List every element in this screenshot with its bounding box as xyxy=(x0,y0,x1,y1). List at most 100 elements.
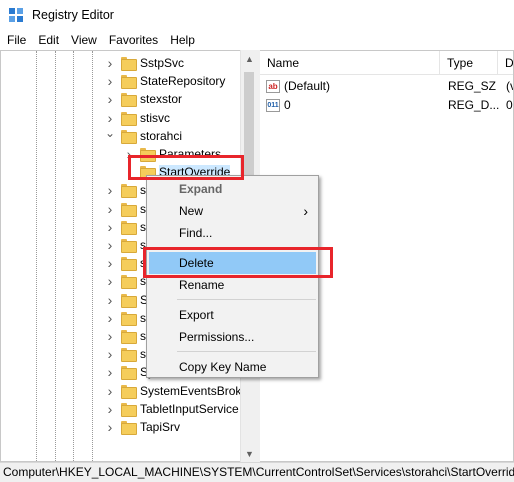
menu-item-label: Find... xyxy=(179,226,213,240)
chevron-right-icon[interactable]: › xyxy=(105,55,115,71)
tree-node-label: Parameters xyxy=(159,147,222,161)
menu-item-export[interactable]: Export xyxy=(149,304,316,326)
column-name[interactable]: Name xyxy=(260,51,440,75)
tree-guide-line xyxy=(36,51,37,461)
tree-node[interactable]: › s xyxy=(105,181,146,199)
tree-node-label: stexstor xyxy=(140,92,183,107)
tree-node[interactable]: › s xyxy=(105,327,146,345)
tree-node[interactable]: › s xyxy=(105,345,146,363)
tree-node[interactable]: › s xyxy=(105,218,146,236)
tree-node[interactable]: › S xyxy=(105,291,148,309)
value-type: REG_D... xyxy=(448,98,500,112)
tree-node[interactable]: › s xyxy=(105,309,146,327)
scroll-up-arrow-icon[interactable]: ▲ xyxy=(241,50,258,67)
menu-item-permissions[interactable]: Permissions... xyxy=(149,326,316,348)
tree-node[interactable]: › s xyxy=(105,254,146,272)
context-menu: Expand New › Find... Delete Rename Export Permi… xyxy=(146,175,319,378)
tree-node-label: stisvc xyxy=(140,110,170,125)
folder-icon xyxy=(140,148,156,162)
folder-icon xyxy=(121,75,137,90)
tree-node[interactable]: › Parameters xyxy=(124,145,221,163)
tree-node[interactable]: › SystemEventsBrok xyxy=(105,382,241,400)
dword-value-icon: 011 xyxy=(266,98,280,112)
folder-icon xyxy=(121,402,137,417)
tree-node[interactable]: › SstpSvc xyxy=(105,54,184,72)
chevron-down-icon[interactable]: ⌄ xyxy=(105,126,115,140)
list-row[interactable]: ab (Default) REG_SZ (v xyxy=(260,77,513,95)
tree-node[interactable]: › TapiSrv xyxy=(105,418,180,436)
tree-node-label: StateRepository xyxy=(140,74,226,89)
chevron-right-icon[interactable]: › xyxy=(105,292,115,308)
folder-icon xyxy=(121,257,137,272)
chevron-right-icon[interactable]: › xyxy=(105,310,115,326)
value-type: REG_SZ xyxy=(448,79,497,93)
tree-node-label: storahci xyxy=(140,128,183,143)
chevron-right-icon[interactable]: › xyxy=(105,182,115,198)
menu-separator xyxy=(177,247,316,248)
tree-node[interactable]: › stexstor xyxy=(105,90,182,108)
folder-icon xyxy=(121,129,137,144)
chevron-right-icon[interactable]: › xyxy=(105,219,115,235)
chevron-right-icon[interactable]: › xyxy=(105,419,115,435)
menu-file[interactable]: File xyxy=(0,30,32,50)
tree-node-label: TapiSrv xyxy=(140,420,181,434)
menu-edit[interactable]: Edit xyxy=(32,30,65,50)
value-name: (Default) xyxy=(284,79,331,93)
list-header: Name Type D xyxy=(260,51,513,75)
tree-node[interactable]: › s xyxy=(105,236,146,254)
tree-node[interactable]: ⌄ storahci xyxy=(105,126,183,145)
chevron-right-icon[interactable]: › xyxy=(105,273,115,289)
value-name: 0 xyxy=(284,98,291,112)
column-data[interactable]: D xyxy=(498,51,513,75)
tree-node[interactable]: › s xyxy=(105,200,146,218)
menu-favorites[interactable]: Favorites xyxy=(103,30,164,50)
list-row[interactable]: 011 0 REG_D... 0 xyxy=(260,96,513,114)
chevron-right-icon: › xyxy=(303,203,308,219)
folder-icon xyxy=(121,57,137,71)
menu-item-label: Delete xyxy=(179,256,214,270)
chevron-right-icon[interactable]: › xyxy=(105,73,115,89)
menu-item-rename[interactable]: Rename xyxy=(149,274,316,296)
menu-view[interactable]: View xyxy=(65,30,103,50)
folder-icon xyxy=(121,348,137,363)
scroll-down-arrow-icon[interactable]: ▼ xyxy=(241,445,258,462)
tree-node[interactable]: › TabletInputService xyxy=(105,400,239,418)
folder-icon xyxy=(121,330,137,344)
chevron-right-icon[interactable]: › xyxy=(105,401,115,417)
chevron-right-icon[interactable]: › xyxy=(105,364,115,380)
menu-separator xyxy=(177,351,316,352)
column-type[interactable]: Type xyxy=(440,51,498,75)
tree-node[interactable]: › stisvc xyxy=(105,109,170,127)
value-data: (v xyxy=(506,79,513,93)
chevron-right-icon[interactable]: › xyxy=(105,201,115,217)
folder-icon xyxy=(121,220,137,235)
menu-help[interactable]: Help xyxy=(164,30,201,50)
folder-icon xyxy=(121,366,137,381)
string-value-icon: ab xyxy=(266,79,280,93)
title-bar: Registry Editor xyxy=(0,0,514,30)
folder-icon xyxy=(121,421,137,435)
tree-node[interactable]: › s xyxy=(105,272,146,290)
chevron-right-icon[interactable]: › xyxy=(105,255,115,271)
tree-node[interactable]: › StateRepository xyxy=(105,72,225,90)
tree-connector xyxy=(124,167,134,177)
menu-item-label: Export xyxy=(179,308,214,322)
chevron-right-icon[interactable]: › xyxy=(105,110,115,126)
chevron-right-icon[interactable]: › xyxy=(124,146,134,162)
chevron-right-icon[interactable]: › xyxy=(105,346,115,362)
menu-item-expand[interactable]: Expand xyxy=(149,178,316,200)
chevron-right-icon[interactable]: › xyxy=(105,383,115,399)
chevron-right-icon[interactable]: › xyxy=(105,328,115,344)
folder-icon xyxy=(121,384,137,399)
chevron-right-icon[interactable]: › xyxy=(105,91,115,107)
chevron-right-icon[interactable]: › xyxy=(105,237,115,253)
folder-icon xyxy=(121,111,137,126)
folder-icon xyxy=(121,93,137,108)
window-title: Registry Editor xyxy=(32,8,114,22)
menu-item-label: Rename xyxy=(179,278,225,292)
menu-item-new[interactable]: New › xyxy=(149,200,316,222)
menu-item-delete[interactable]: Delete xyxy=(149,252,316,274)
status-bar-path: Computer\HKEY_LOCAL_MACHINE\SYSTEM\Curre… xyxy=(0,462,514,482)
menu-item-copy-key-name[interactable]: Copy Key Name xyxy=(149,356,316,378)
menu-item-find[interactable]: Find... xyxy=(149,222,316,244)
